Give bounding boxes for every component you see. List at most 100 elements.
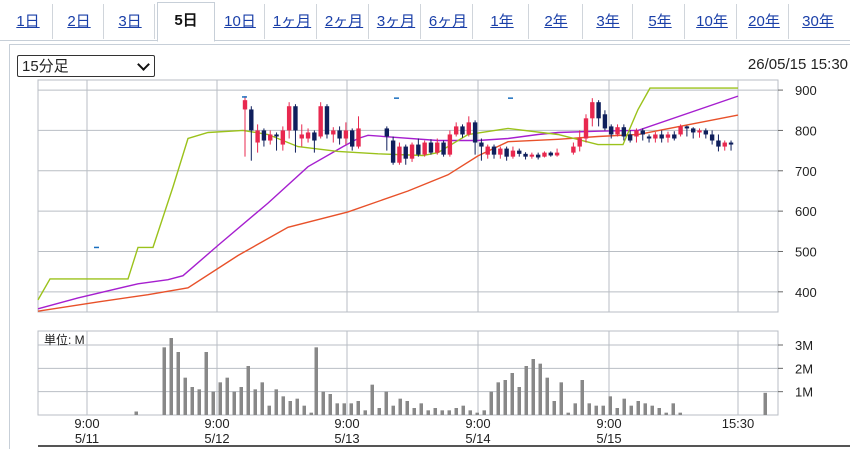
volume-bar — [524, 366, 528, 415]
candle-body — [403, 146, 408, 159]
date-tick-label: 5/13 — [334, 431, 359, 446]
time-tick-label: 9:00 — [465, 416, 490, 431]
candle-body — [703, 130, 709, 135]
candle-body — [435, 142, 440, 153]
volume-bar — [176, 352, 180, 415]
candle-body — [447, 134, 453, 155]
volume-bar — [643, 403, 647, 415]
candle-body — [312, 132, 317, 141]
candle-body — [397, 146, 402, 163]
candle-body — [691, 128, 696, 133]
volume-bar — [225, 377, 229, 415]
candle-body — [460, 126, 465, 135]
volume-bar — [559, 382, 563, 415]
candle-body — [684, 126, 690, 129]
candle-body — [615, 127, 620, 135]
volume-bar — [552, 401, 556, 415]
candle-body — [529, 154, 535, 157]
volume-bar — [405, 401, 409, 415]
candle-body — [627, 134, 633, 141]
candle-body — [293, 106, 298, 131]
candle-body — [596, 102, 601, 119]
candle-body — [249, 109, 254, 131]
candle-body — [577, 138, 582, 147]
price-plot-frame — [37, 79, 779, 313]
volume-bar — [267, 405, 271, 415]
candle-body — [498, 148, 503, 155]
date-tick-label: 5/12 — [204, 431, 229, 446]
volume-bar — [295, 398, 299, 415]
volume-bar — [281, 396, 285, 415]
volume-bar — [489, 391, 493, 415]
volume-bar — [517, 387, 521, 415]
candle-body — [485, 146, 490, 155]
candle-body — [590, 102, 595, 119]
date-tick-label: 5/15 — [596, 431, 621, 446]
price-tick-label: 500 — [795, 244, 817, 259]
candle-body — [583, 118, 589, 139]
volume-bar — [440, 410, 444, 415]
volume-bar — [426, 410, 430, 415]
volume-bar — [510, 373, 514, 415]
candle-body — [255, 130, 260, 143]
volume-bar — [650, 405, 654, 415]
candle-body — [409, 144, 415, 159]
candle-body — [640, 130, 645, 135]
volume-bar — [321, 391, 325, 415]
volume-bar — [232, 391, 236, 415]
volume-bar — [274, 389, 278, 415]
volume-tick-label: 1M — [795, 385, 813, 400]
candle-body — [672, 134, 677, 139]
candle-body — [274, 134, 279, 137]
candle-body — [571, 146, 576, 153]
volume-bar — [377, 408, 381, 415]
volume-bar — [197, 389, 201, 415]
volume-bar — [328, 394, 332, 415]
volume-bar — [763, 392, 767, 415]
candle-body — [653, 134, 658, 139]
volume-bar — [384, 391, 388, 415]
volume-bar — [461, 405, 465, 415]
candle-body — [305, 132, 311, 139]
price-tick-label: 700 — [795, 164, 817, 179]
candle-body — [665, 134, 671, 138]
candle-body — [646, 136, 652, 139]
volume-bar — [211, 391, 215, 415]
volume-bar — [573, 403, 577, 415]
volume-bar — [302, 405, 306, 415]
volume-bar — [190, 387, 194, 415]
candle-body — [491, 146, 497, 155]
candle-body — [535, 154, 541, 158]
candle-body — [343, 130, 349, 139]
candle-body — [356, 128, 361, 147]
candle-body — [523, 153, 528, 157]
volume-bar — [503, 380, 507, 415]
volume-bar — [391, 405, 395, 415]
price-tick-label: 900 — [795, 83, 817, 98]
volume-unit-label: 単位: M — [44, 332, 85, 347]
candle-body — [716, 140, 721, 147]
candle-body — [504, 148, 509, 157]
volume-bar — [218, 382, 222, 415]
candle-body — [428, 142, 434, 153]
volume-bar — [636, 401, 640, 415]
candle-body — [242, 100, 248, 110]
date-tick-label: 5/14 — [465, 431, 490, 446]
volume-bar — [183, 377, 187, 415]
candle-body — [728, 142, 734, 145]
time-tick-label: 9:00 — [204, 416, 229, 431]
volume-bar — [622, 398, 626, 415]
candle-body — [466, 122, 471, 135]
candle-body — [634, 130, 639, 137]
volume-bar — [671, 403, 675, 415]
price-tick-label: 800 — [795, 123, 817, 138]
volume-bar — [370, 384, 374, 415]
candle-body — [621, 127, 627, 137]
volume-bar — [204, 352, 208, 415]
stock-chart: 9008007006005004003M2M1M単位: M9:005/119:0… — [37, 79, 850, 447]
volume-bar — [162, 347, 166, 415]
time-tick-label: 9:00 — [74, 416, 99, 431]
volume-bar — [678, 412, 682, 415]
candle-body — [337, 130, 342, 139]
price-tick-label: 600 — [795, 204, 817, 219]
